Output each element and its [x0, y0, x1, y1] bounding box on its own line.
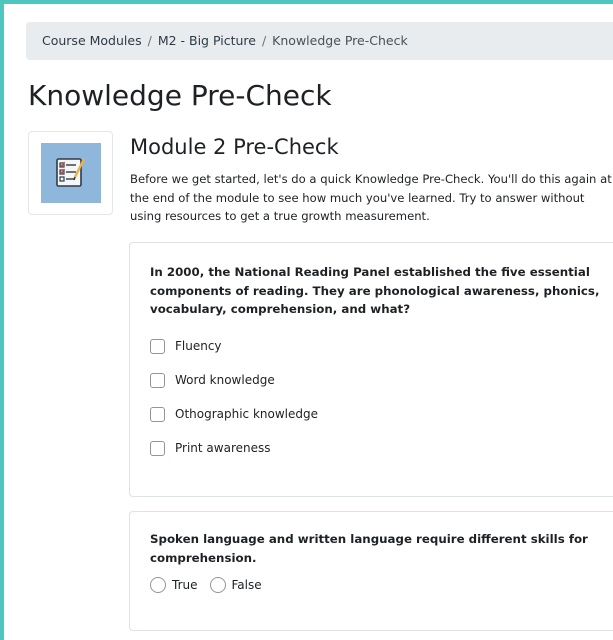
breadcrumb-link-course-modules[interactable]: Course Modules: [42, 33, 142, 48]
option-false[interactable]: False: [209, 577, 262, 593]
option-label: Fluency: [175, 339, 222, 353]
option-label: Word knowledge: [175, 373, 275, 387]
breadcrumb-link-module[interactable]: M2 - Big Picture: [158, 33, 256, 48]
option-checkbox[interactable]: [150, 338, 165, 354]
option-label: Othographic knowledge: [175, 407, 319, 421]
option-true[interactable]: True: [150, 577, 198, 593]
module-title: Module 2 Pre-Check: [130, 135, 339, 159]
option-radio[interactable]: [209, 577, 226, 593]
option-othographic-knowledge[interactable]: Othographic knowledge: [150, 404, 318, 424]
option-label: False: [231, 578, 262, 592]
question-text: In 2000, the National Reading Panel esta…: [150, 265, 600, 316]
option-print-awareness[interactable]: Print awareness: [150, 438, 270, 458]
radio-group: True False: [150, 577, 274, 593]
option-label: Print awareness: [175, 441, 271, 455]
checklist-icon: [56, 158, 86, 187]
module-icon-box: [28, 131, 113, 215]
breadcrumb: Course Modules / M2 - Big Picture / Knowledg…: [26, 22, 613, 60]
breadcrumb-separator: /: [147, 33, 152, 48]
option-radio[interactable]: [150, 577, 166, 593]
question-card-2: Spoken language and written language req…: [129, 511, 613, 631]
option-fluency[interactable]: Fluency: [150, 336, 222, 356]
breadcrumb-separator: /: [261, 33, 267, 48]
question-card-1: In 2000, the National Reading Panel esta…: [129, 242, 613, 497]
option-label: True: [172, 578, 198, 592]
module-description: Before we get started, let's do a quick …: [130, 172, 612, 223]
page-title: Knowledge Pre-Check: [28, 79, 332, 112]
option-checkbox[interactable]: [150, 372, 165, 388]
page-frame: Course Modules / M2 - Big Picture / Knowledg…: [0, 0, 613, 640]
option-checkbox[interactable]: [150, 406, 165, 422]
option-word-knowledge[interactable]: Word knowledge: [150, 370, 275, 390]
question-text: Spoken language and written language req…: [150, 532, 588, 565]
breadcrumb-current: Knowledge Pre-Check: [272, 33, 408, 48]
option-checkbox[interactable]: [150, 440, 165, 456]
